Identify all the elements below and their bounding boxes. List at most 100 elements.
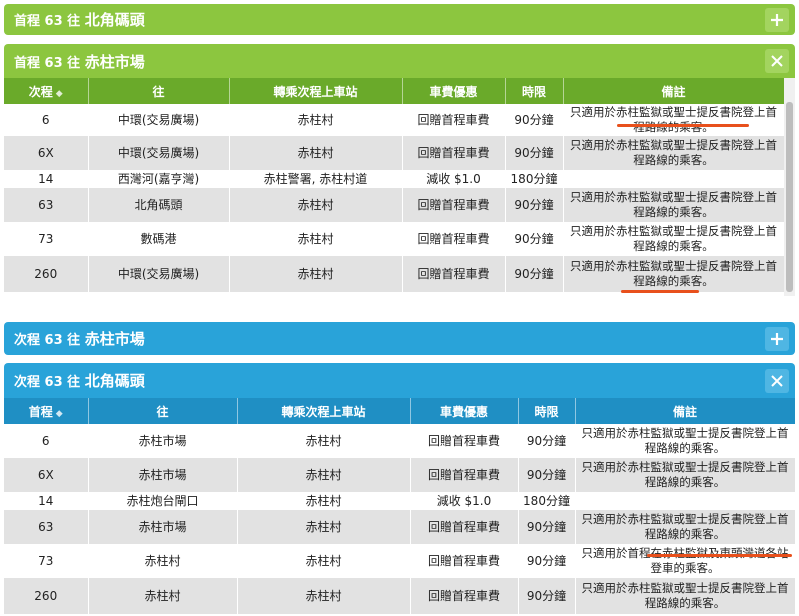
transfer-stop: 赤柱村 xyxy=(237,458,411,492)
transfer-table: 首程 ◆ 往 轉乘次程上車站 車費優惠 時限 備註 6 赤柱市場 赤柱村 回贈首程車費 9… xyxy=(4,398,795,614)
table-row: 73 數碼港 赤柱村 回贈首程車費 90分鐘 只適用於赤柱監獄或聖士提反書院登上首程路線的… xyxy=(4,222,785,256)
destination: 數碼港 xyxy=(88,222,230,256)
expand-plus-icon[interactable] xyxy=(765,326,789,351)
route-panel-header-2[interactable]: 首程 63 往 赤柱市場 xyxy=(4,44,795,78)
table-row: 14 赤柱炮台閘口 赤柱村 減收 $1.0 180分鐘 xyxy=(4,492,795,510)
column-header-remarks: 備註 xyxy=(575,398,795,424)
column-header-transfer-stop: 轉乘次程上車站 xyxy=(237,398,411,424)
destination: 赤柱市場 xyxy=(88,510,238,544)
column-header-discount: 車費優惠 xyxy=(410,398,519,424)
route-panel-header-4[interactable]: 次程 63 往 北角碼頭 xyxy=(4,363,795,398)
column-header-remarks: 備註 xyxy=(563,78,785,104)
discount: 回贈首程車費 xyxy=(410,510,519,544)
table-row: 260 中環(交易廣場) 赤柱村 回贈首程車費 90分鐘 只適用於赤柱監獄或聖士提反書院登… xyxy=(4,256,785,292)
discount: 回贈首程車費 xyxy=(410,424,519,458)
destination: 中環(交易廣場) xyxy=(88,256,230,292)
highlight-underline xyxy=(647,554,792,557)
route-number: 14 xyxy=(4,170,89,188)
transfer-stop: 赤柱村 xyxy=(229,136,403,170)
column-header-time-limit: 時限 xyxy=(518,398,576,424)
table-row: 260 赤柱村 赤柱村 回贈首程車費 90分鐘 只適用於赤柱監獄或聖士提反書院登上首程路線… xyxy=(4,578,795,614)
time-limit: 90分鐘 xyxy=(518,510,576,544)
discount: 減收 $1.0 xyxy=(402,170,506,188)
remark: 只適用於赤柱監獄或聖士提反書院登上首程路線的乘客。 xyxy=(575,578,795,614)
transfer-stop: 赤柱村 xyxy=(237,492,411,510)
time-limit: 90分鐘 xyxy=(518,458,576,492)
time-limit: 90分鐘 xyxy=(518,544,576,578)
destination: 西灣河(嘉亨灣) xyxy=(88,170,230,188)
route-number: 73 xyxy=(4,222,89,256)
transfer-stop: 赤柱村 xyxy=(229,188,403,222)
table-row: 63 赤柱市場 赤柱村 回贈首程車費 90分鐘 只適用於赤柱監獄或聖士提反書院登上首程路線… xyxy=(4,510,795,544)
transfer-stop: 赤柱村 xyxy=(237,424,411,458)
discount: 減收 $1.0 xyxy=(410,492,519,510)
remark: 只適用於赤柱監獄或聖士提反書院登上首程路線的乘客。 xyxy=(575,458,795,492)
column-header-destination: 往 xyxy=(88,398,238,424)
column-header-transfer-stop: 轉乘次程上車站 xyxy=(229,78,403,104)
table-row: 14 西灣河(嘉亨灣) 赤柱警署, 赤柱村道 減收 $1.0 180分鐘 xyxy=(4,170,785,188)
route-number: 14 xyxy=(4,492,89,510)
destination: 赤柱村 xyxy=(88,578,238,614)
transfer-table-panel-4: 首程 ◆ 往 轉乘次程上車站 車費優惠 時限 備註 6 赤柱市場 赤柱村 回贈首程車費 9… xyxy=(4,398,795,616)
remark: 只適用於赤柱監獄或聖士提反書院登上首程路線的乘客。 xyxy=(563,256,785,292)
destination: 赤柱村 xyxy=(88,544,238,578)
destination: 赤柱市場 xyxy=(88,458,238,492)
destination: 赤柱炮台閘口 xyxy=(88,492,238,510)
discount: 回贈首程車費 xyxy=(410,578,519,614)
route-number: 63 xyxy=(4,188,89,222)
close-icon[interactable] xyxy=(765,49,789,73)
route-number: 6 xyxy=(4,424,89,458)
discount: 回贈首程車費 xyxy=(402,222,506,256)
route-number: 6 xyxy=(4,104,89,136)
column-header-destination: 往 xyxy=(88,78,230,104)
transfer-table-panel-2: 次程 ◆ 往 轉乘次程上車站 車費優惠 時限 備註 6 中環(交易廣場) 赤柱村 回贈首… xyxy=(4,78,795,296)
route-panel-header-3[interactable]: 次程 63 往 赤柱市場 xyxy=(4,322,795,355)
time-limit: 90分鐘 xyxy=(505,104,564,136)
time-limit: 90分鐘 xyxy=(505,256,564,292)
destination: 中環(交易廣場) xyxy=(88,136,230,170)
transfer-stop: 赤柱村 xyxy=(229,104,403,136)
panel-title: 次程 63 往 赤柱市場 xyxy=(14,330,145,348)
scrollbar-thumb[interactable] xyxy=(786,102,793,292)
table-row: 6X 赤柱市場 赤柱村 回贈首程車費 90分鐘 只適用於赤柱監獄或聖士提反書院登上首程路線… xyxy=(4,458,795,492)
column-header-time-limit: 時限 xyxy=(505,78,564,104)
destination: 赤柱市場 xyxy=(88,424,238,458)
remark: 只適用於首程在赤柱監獄及東頭灣道各站登車的乘客。 xyxy=(575,544,795,578)
remark: 只適用於赤柱監獄或聖士提反書院登上首程路線的乘客。 xyxy=(563,222,785,256)
transfer-stop: 赤柱村 xyxy=(237,510,411,544)
transfer-stop: 赤柱村 xyxy=(237,578,411,614)
discount: 回贈首程車費 xyxy=(410,458,519,492)
route-number: 6X xyxy=(4,458,89,492)
time-limit: 90分鐘 xyxy=(505,136,564,170)
remark xyxy=(575,492,795,510)
time-limit: 180分鐘 xyxy=(518,492,576,510)
column-header-second-leg[interactable]: 次程 ◆ xyxy=(4,78,89,104)
column-header-first-leg[interactable]: 首程 ◆ xyxy=(4,398,89,424)
panel-title: 首程 63 往 北角碼頭 xyxy=(14,11,145,29)
highlight-underline xyxy=(617,124,749,127)
remark: 只適用於赤柱監獄或聖士提反書院登上首程路線的乘客。 xyxy=(575,510,795,544)
table-row: 73 赤柱村 赤柱村 回贈首程車費 90分鐘 只適用於首程在赤柱監獄及東頭灣道各站登車的乘… xyxy=(4,544,795,578)
transfer-stop: 赤柱村 xyxy=(237,544,411,578)
time-limit: 90分鐘 xyxy=(505,188,564,222)
discount: 回贈首程車費 xyxy=(410,544,519,578)
remark xyxy=(563,170,785,188)
time-limit: 180分鐘 xyxy=(505,170,564,188)
scrollbar[interactable] xyxy=(784,78,795,296)
expand-plus-icon[interactable] xyxy=(765,7,789,32)
time-limit: 90分鐘 xyxy=(505,222,564,256)
discount: 回贈首程車費 xyxy=(402,188,506,222)
transfer-stop: 赤柱村 xyxy=(229,256,403,292)
route-panel-header-1[interactable]: 首程 63 往 北角碼頭 xyxy=(4,4,795,35)
table-row: 6 赤柱市場 赤柱村 回贈首程車費 90分鐘 只適用於赤柱監獄或聖士提反書院登上首程路線的… xyxy=(4,424,795,458)
remark: 只適用於赤柱監獄或聖士提反書院登上首程路線的乘客。 xyxy=(563,136,785,170)
table-row: 6X 中環(交易廣場) 赤柱村 回贈首程車費 90分鐘 只適用於赤柱監獄或聖士提反書院登上… xyxy=(4,136,785,170)
route-number: 63 xyxy=(4,510,89,544)
time-limit: 90分鐘 xyxy=(518,578,576,614)
panel-title: 次程 63 往 北角碼頭 xyxy=(14,372,145,390)
route-number: 260 xyxy=(4,256,89,292)
close-icon[interactable] xyxy=(765,368,789,393)
discount: 回贈首程車費 xyxy=(402,136,506,170)
destination: 中環(交易廣場) xyxy=(88,104,230,136)
route-number: 260 xyxy=(4,578,89,614)
